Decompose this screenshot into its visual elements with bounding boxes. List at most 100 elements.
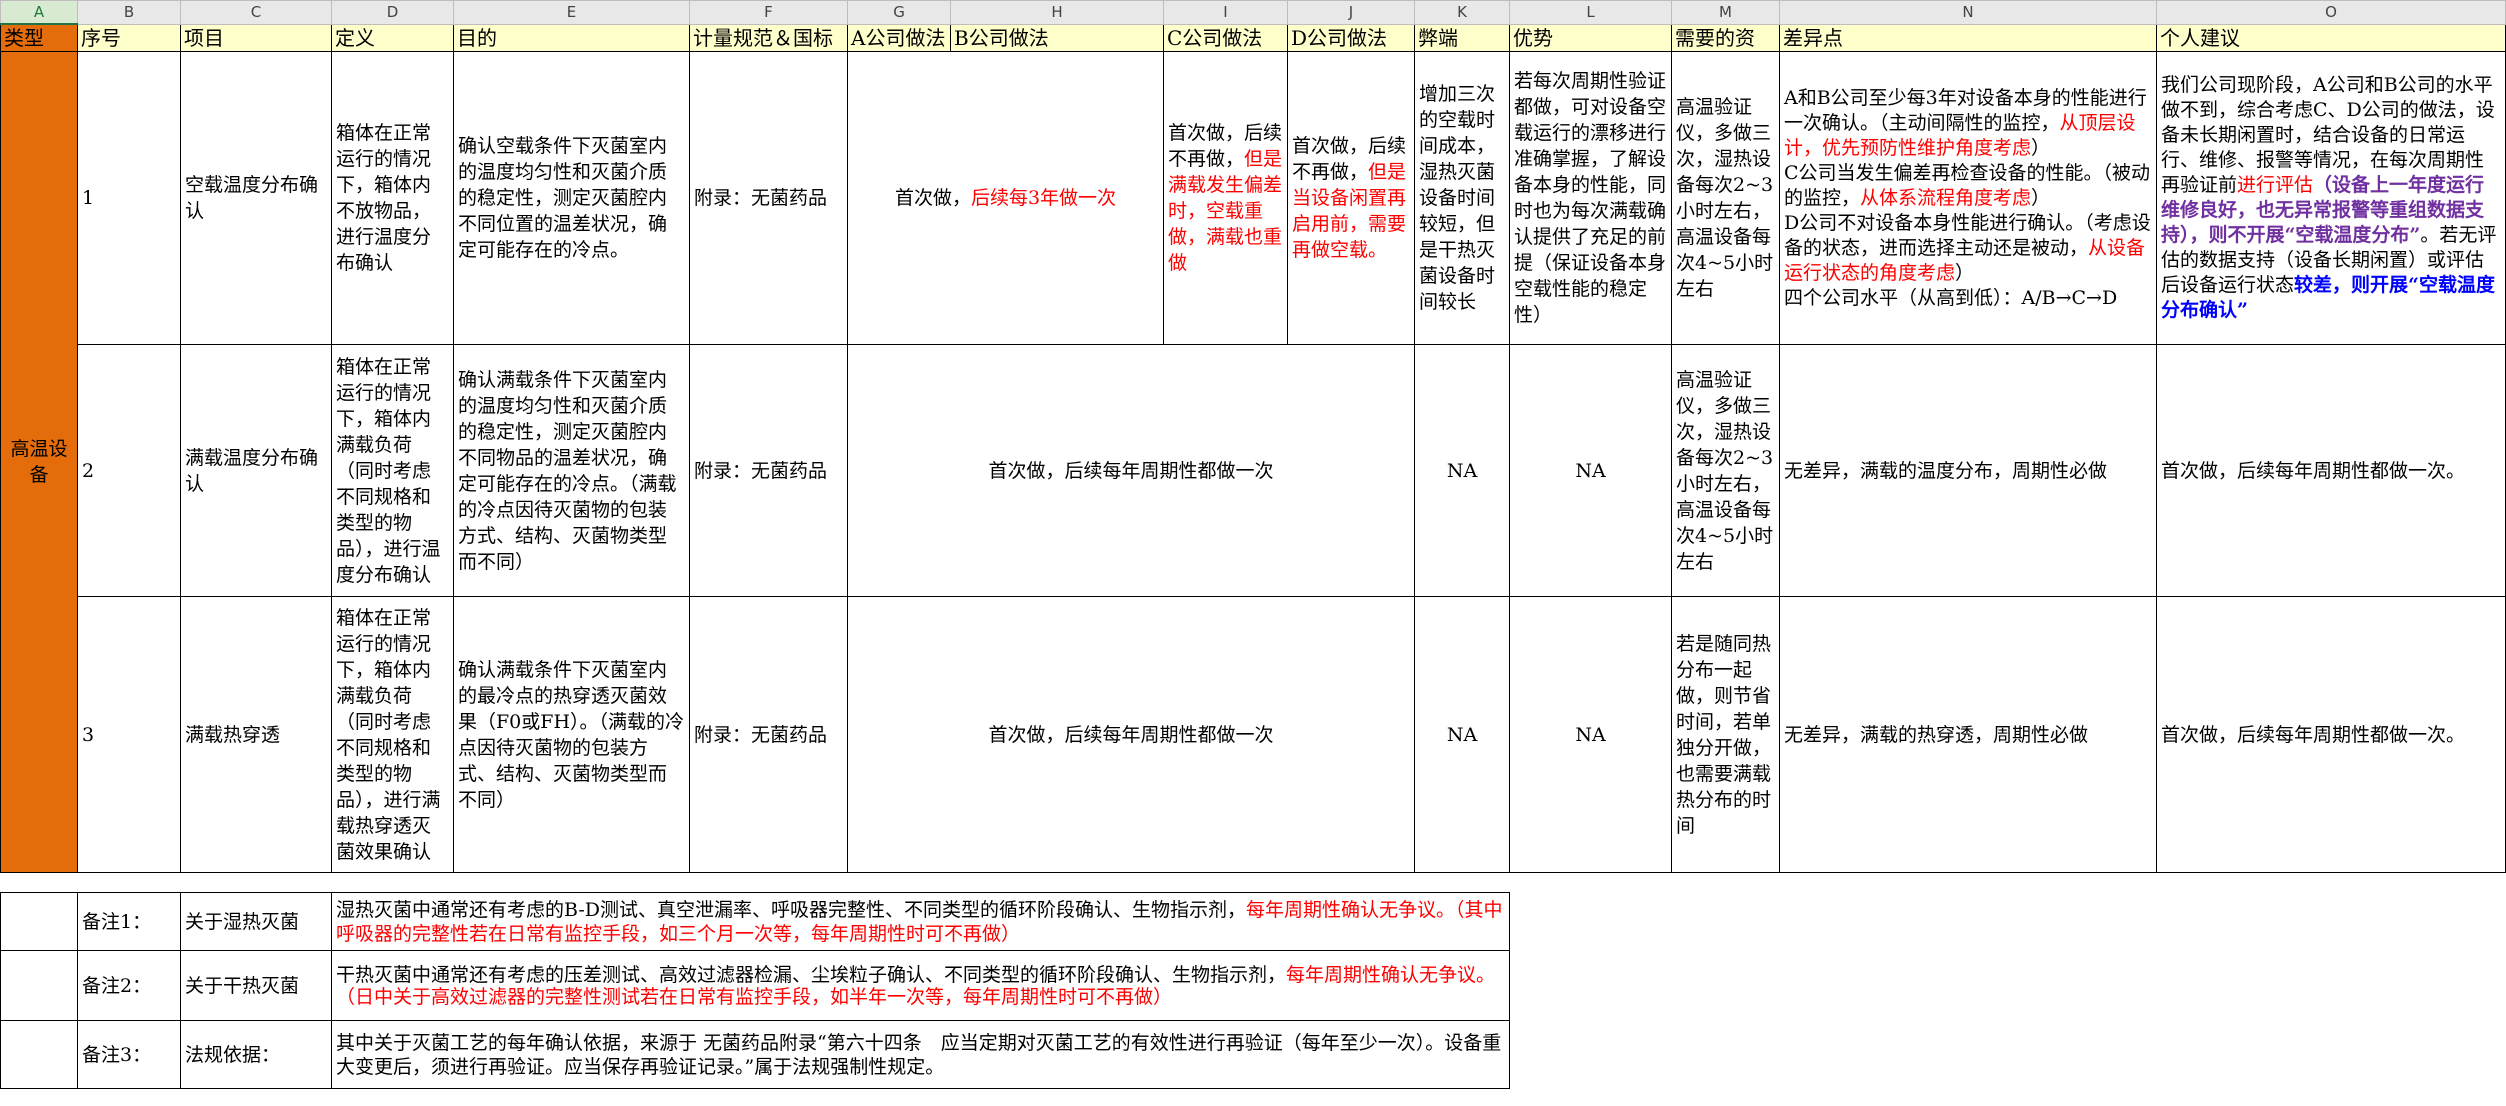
cell-item[interactable]: 空载温度分布确认 [180,51,332,345]
column-header-l[interactable]: L [1509,0,1672,25]
cell-difference[interactable]: 无差异，满载的温度分布，周期性必做 [1779,344,2157,597]
ab-practice-text: 首次做， [894,187,971,209]
note-empty-cell[interactable] [0,950,78,1021]
header-difference[interactable]: 差异点 [1779,23,2157,52]
cell-drawback[interactable]: NA [1414,596,1510,873]
cell-suggestion[interactable]: 我们公司现阶段，A公司和B公司的水平做不到，综合考虑C、D公司的做法，设备未长期… [2156,51,2506,345]
header-drawback[interactable]: 弊端 [1414,23,1510,52]
cell-no[interactable]: 1 [77,51,181,345]
note-label[interactable]: 备注2： [77,950,181,1021]
note-row: 备注2： 关于干热灭菌 干热灭菌中通常还有考虑的压差测试、高效过滤器检漏、尘埃粒… [0,950,2506,1021]
header-advantage[interactable]: 优势 [1509,23,1672,52]
cell-standard[interactable]: 附录：无菌药品 [689,51,848,345]
cell-standard[interactable]: 附录：无菌药品 [689,596,848,873]
cell-item[interactable]: 满载温度分布确认 [180,344,332,597]
cell-drawback[interactable]: NA [1414,344,1510,597]
note-text: 干热灭菌中通常还有考虑的压差测试、高效过滤器检漏、尘埃粒子确认、不同类型的循环阶… [336,963,1287,986]
header-type[interactable]: 类型 [0,23,78,52]
cell-definition[interactable]: 箱体在正常运行的情况下，箱体内满载负荷（同时考虑不同规格和类型的物品），进行满载… [331,596,454,873]
cell-definition[interactable]: 箱体在正常运行的情况下，箱体内不放物品，进行温度分布确认 [331,51,454,345]
column-header-d[interactable]: D [331,0,454,25]
cell-d-practice[interactable]: 首次做，后续不再做，但是当设备闲置再启用前，需要再做空载。 [1287,51,1415,345]
note-text: 湿热灭菌中通常还有考虑的B-D测试、真空泄漏率、呼吸器完整性、不同类型的循环阶段… [336,898,1246,921]
note-row: 备注1： 关于湿热灭菌 湿热灭菌中通常还有考虑的B-D测试、真空泄漏率、呼吸器完… [0,892,2506,951]
column-header-j[interactable]: J [1287,0,1415,25]
note-empty-cell[interactable] [0,892,78,951]
column-header-c[interactable]: C [180,0,332,25]
spacer-row [1,873,2506,893]
cell-purpose[interactable]: 确认满载条件下灭菌室内的温度均匀性和灭菌介质的稳定性，测定灭菌腔内不同物品的温差… [453,344,690,597]
cell-c-practice[interactable]: 首次做，后续不再做，但是满载发生偏差时，空载重做，满载也重做 [1163,51,1288,345]
header-company-c[interactable]: C公司做法 [1163,23,1288,52]
cell-suggestion[interactable]: 首次做，后续每年周期性都做一次。 [2156,596,2506,873]
column-header-g[interactable]: G [847,0,951,25]
cell-purpose[interactable]: 确认满载条件下灭菌室内的最冷点的热穿透灭菌效果（F0或FH）。（满载的冷点因待灭… [453,596,690,873]
header-company-d[interactable]: D公司做法 [1287,23,1415,52]
header-suggestion[interactable]: 个人建议 [2156,23,2506,52]
table-header-row: 类型 序号 项目 定义 目的 计量规范＆国标 A公司做法 B公司做法 C公司做法… [0,23,2506,52]
column-header-h[interactable]: H [950,0,1164,25]
diff-line-4: 四个公司水平（从高到低）：A/B→C→D [1784,286,2118,309]
column-header-b[interactable]: B [77,0,181,25]
cell-resources[interactable]: 高温验证仪，多做三次，湿热设备每次2~3小时左右，高温设备每次4~5小时左右 [1671,344,1780,597]
header-standard[interactable]: 计量规范＆国标 [689,23,848,52]
cell-resources[interactable]: 若是随同热分布一起做，则节省时间，若单独分开做，也需要满载热分布的时间 [1671,596,1780,873]
cell-advantage[interactable]: NA [1509,596,1672,873]
spreadsheet-grid: A B C D E F G H I J K L M N O 类型 序号 项目 定… [0,0,2506,1089]
column-header-e[interactable]: E [453,0,690,25]
column-header-n[interactable]: N [1779,0,2157,25]
note-text: 其中关于灭菌工艺的每年确认依据，来源于 无菌药品附录“第六十四条 应当定期对灭菌… [336,1031,1502,1078]
diff-line-2-end: ） [2031,186,2051,209]
note-text-cell[interactable]: 其中关于灭菌工艺的每年确认依据，来源于 无菌药品附录“第六十四条 应当定期对灭菌… [331,1020,1510,1089]
column-header-o[interactable]: O [2156,0,2506,25]
suggestion-emphasis-red: 进行评估 [2237,174,2314,196]
cell-difference[interactable]: 无差异，满载的热穿透，周期性必做 [1779,596,2157,873]
column-header-i[interactable]: I [1163,0,1288,25]
cell-no[interactable]: 3 [77,596,181,873]
note-text-cell[interactable]: 湿热灭菌中通常还有考虑的B-D测试、真空泄漏率、呼吸器完整性、不同类型的循环阶段… [331,892,1510,951]
header-company-a[interactable]: A公司做法 [847,23,951,52]
cell-resources[interactable]: 高温验证仪，多做三次，湿热设备每次2~3小时左右，高温设备每次4~5小时左右 [1671,51,1780,345]
column-header-row: A B C D E F G H I J K L M N O [0,0,2506,25]
empty-cell[interactable] [1510,893,2506,951]
ab-practice-emphasis: 后续每3年做一次 [970,187,1117,209]
table-row: 高温设备 1 空载温度分布确认 箱体在正常运行的情况下，箱体内不放物品，进行温度… [0,51,2506,873]
diff-line-1-end: ） [2031,136,2051,159]
empty-cell[interactable] [1510,951,2506,1021]
empty-cell[interactable] [1510,1021,2506,1089]
note-title[interactable]: 关于干热灭菌 [180,950,332,1021]
note-text-cell[interactable]: 干热灭菌中通常还有考虑的压差测试、高效过滤器检漏、尘埃粒子确认、不同类型的循环阶… [331,950,1510,1021]
cell-standard[interactable]: 附录：无菌药品 [689,344,848,597]
column-header-k[interactable]: K [1414,0,1510,25]
cell-suggestion[interactable]: 首次做，后续每年周期性都做一次。 [2156,344,2506,597]
header-purpose[interactable]: 目的 [453,23,690,52]
column-header-a[interactable]: A [0,0,78,25]
cell-practice-all[interactable]: 首次做，后续每年周期性都做一次 [847,344,1415,597]
cell-practice-all[interactable]: 首次做，后续每年周期性都做一次 [847,596,1415,873]
cell-difference[interactable]: A和B公司至少每3年对设备本身的性能进行一次确认。（主动间隔性的监控，从顶层设计… [1779,51,2157,345]
empty-cell[interactable] [1,873,2506,893]
category-cell[interactable]: 高温设备 [0,51,78,873]
cell-ab-practice[interactable]: 首次做，后续每3年做一次 [847,51,1164,345]
cell-purpose[interactable]: 确认空载条件下灭菌室内的温度均匀性和灭菌介质的稳定性，测定灭菌腔内不同位置的温差… [453,51,690,345]
cell-advantage[interactable]: 若每次周期性验证都做，可对设备空载运行的漂移进行准确掌握，了解设备本身的性能，同… [1509,51,1672,345]
note-row: 备注3： 法规依据： 其中关于灭菌工艺的每年确认依据，来源于 无菌药品附录“第六… [0,1020,2506,1089]
header-company-b[interactable]: B公司做法 [950,23,1164,52]
table-row: 3 满载热穿透 箱体在正常运行的情况下，箱体内满载负荷（同时考虑不同规格和类型的… [1,596,2506,873]
note-title[interactable]: 法规依据： [180,1020,332,1089]
note-label[interactable]: 备注1： [77,892,181,951]
cell-drawback[interactable]: 增加三次的空载时间成本，湿热灭菌设备时间较短，但是干热灭菌设备时间较长 [1414,51,1510,345]
column-header-m[interactable]: M [1671,0,1780,25]
header-no[interactable]: 序号 [77,23,181,52]
note-title[interactable]: 关于湿热灭菌 [180,892,332,951]
note-label[interactable]: 备注3： [77,1020,181,1089]
cell-no[interactable]: 2 [77,344,181,597]
note-empty-cell[interactable] [0,1020,78,1089]
header-definition[interactable]: 定义 [331,23,454,52]
header-item[interactable]: 项目 [180,23,332,52]
cell-definition[interactable]: 箱体在正常运行的情况下，箱体内满载负荷（同时考虑不同规格和类型的物品），进行温度… [331,344,454,597]
column-header-f[interactable]: F [689,0,848,25]
header-resources[interactable]: 需要的资 [1671,23,1780,52]
cell-advantage[interactable]: NA [1509,344,1672,597]
cell-item[interactable]: 满载热穿透 [180,596,332,873]
